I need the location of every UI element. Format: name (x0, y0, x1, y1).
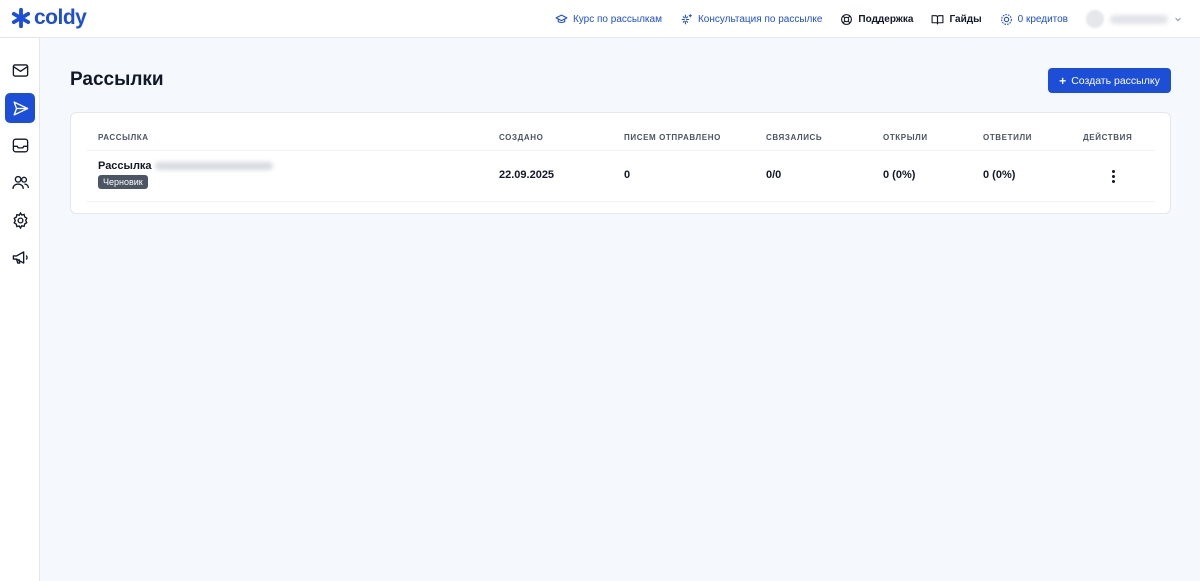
sidebar-item-inbox[interactable] (5, 130, 35, 160)
created-cell: 22.09.2025 (499, 169, 555, 181)
consultation-link[interactable]: Консультация по рассылке (680, 13, 822, 26)
sidebar-item-announcements[interactable] (5, 242, 35, 272)
graduation-cap-icon (555, 14, 568, 23)
guides-link-label: Гайды (949, 13, 982, 25)
sidebar-item-mail[interactable] (5, 55, 35, 85)
col-header-opened[interactable]: Открыли (883, 133, 928, 142)
consultation-link-label: Консультация по рассылке (697, 13, 823, 25)
sent-cell: 0 (624, 169, 631, 181)
plus-icon: + (1059, 73, 1067, 88)
replied-cell: 0 (0%) (983, 169, 1016, 181)
megaphone-icon (12, 250, 28, 264)
send-icon (12, 100, 28, 116)
campaigns-table: Рассылка Создано Писем отправлено Связал… (70, 112, 1171, 214)
campaign-name: Рассылка (98, 160, 152, 172)
opened-cell: 0 (0%) (883, 169, 916, 181)
logo-text: coldy (34, 6, 87, 29)
sidebar (0, 38, 40, 581)
more-vertical-icon-dot (1111, 174, 1115, 178)
header-divider (87, 150, 1154, 151)
coldy-logo[interactable]: coldy (10, 6, 87, 30)
gear-icon (12, 211, 28, 229)
campaign-cell: Рассылка Черновик (98, 160, 273, 190)
users-icon (11, 175, 29, 189)
top-nav: Курс по рассылкам Консультация по рассыл… (555, 0, 1182, 38)
row-divider (87, 201, 1154, 202)
chevron-down-icon (1175, 17, 1181, 22)
user-name-blurred (1110, 14, 1168, 24)
coin-icon (1000, 13, 1012, 25)
asterisk-logo-icon (11, 7, 31, 29)
create-campaign-button[interactable]: + Создать рассылку (1048, 68, 1171, 93)
status-badge: Черновик (98, 175, 148, 189)
lifebuoy-icon (841, 13, 853, 25)
col-header-campaign[interactable]: Рассылка (98, 133, 149, 142)
support-link[interactable]: Поддержка (840, 13, 913, 26)
sidebar-item-campaigns[interactable] (5, 93, 35, 123)
credits-link[interactable]: 0 кредитов (1000, 13, 1068, 26)
campaign-name-blurred (154, 162, 273, 170)
row-actions-menu[interactable] (1105, 167, 1121, 185)
sidebar-item-contacts[interactable] (5, 167, 35, 197)
sparkles-icon (681, 13, 692, 24)
mail-icon (12, 63, 28, 77)
col-header-replied[interactable]: Ответили (983, 133, 1032, 142)
col-header-sent[interactable]: Писем отправлено (624, 133, 721, 142)
campaign-name-link[interactable]: Рассылка (98, 160, 273, 172)
avatar (1086, 10, 1104, 28)
sidebar-item-settings[interactable] (5, 205, 35, 235)
top-bar: coldy Курс по рассылкам Консультация по … (0, 0, 1200, 38)
col-header-contacted[interactable]: Связались (766, 133, 822, 142)
col-header-actions: Действия (1083, 133, 1133, 142)
create-campaign-label: Создать рассылку (1071, 74, 1160, 87)
page-title: Рассылки (70, 69, 164, 90)
course-link[interactable]: Курс по рассылкам (555, 13, 662, 26)
support-link-label: Поддержка (858, 13, 914, 25)
more-vertical-icon-dot (1111, 169, 1115, 173)
course-link-label: Курс по рассылкам (572, 13, 662, 25)
book-open-icon (932, 14, 944, 24)
user-menu[interactable] (1086, 10, 1182, 28)
contacted-cell: 0/0 (766, 169, 782, 181)
col-header-created[interactable]: Создано (499, 133, 544, 142)
guides-link[interactable]: Гайды (931, 13, 982, 26)
credits-link-label: 0 кредитов (1017, 13, 1068, 25)
inbox-icon (12, 137, 28, 153)
more-vertical-icon-dot (1111, 179, 1115, 183)
